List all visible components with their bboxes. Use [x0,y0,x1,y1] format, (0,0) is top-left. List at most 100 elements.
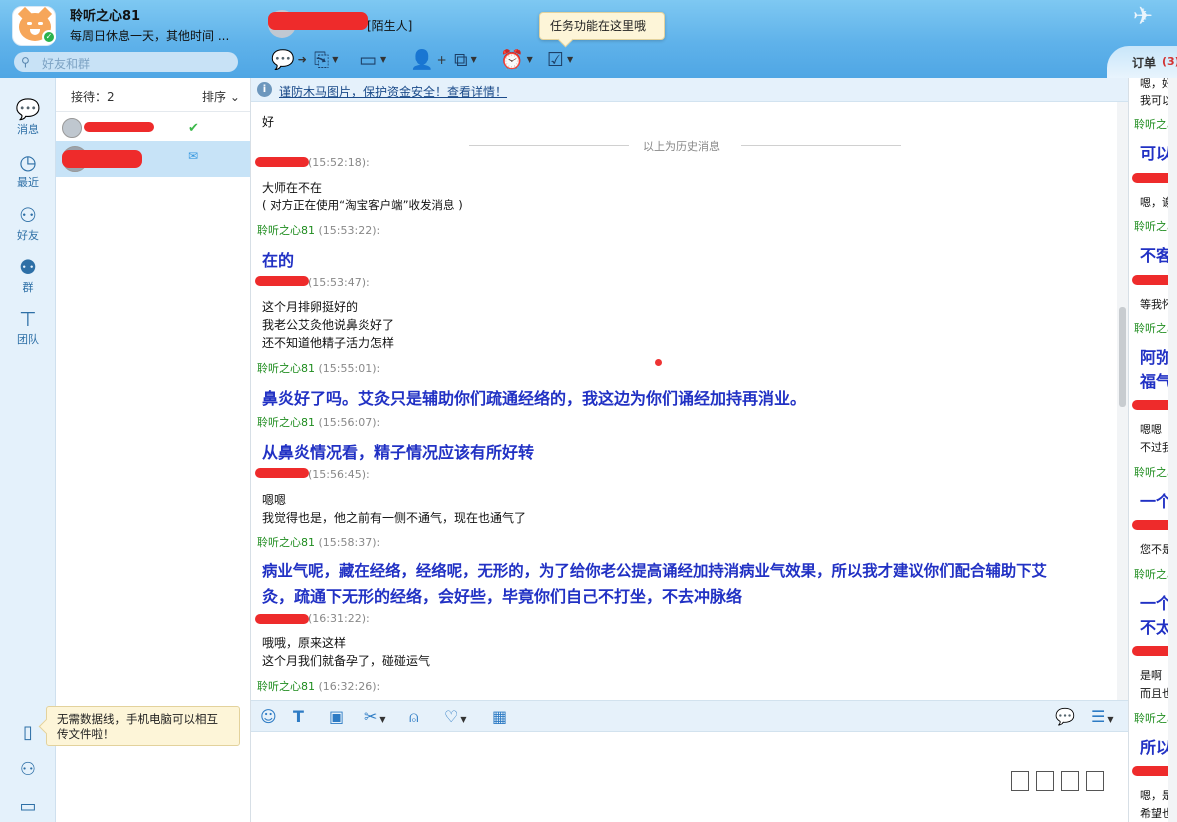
message-text: 好 [262,115,275,129]
user-settings-icon[interactable]: ⚇ [0,759,56,780]
contact-row[interactable]: ✔ [56,113,250,143]
favorite-icon[interactable]: ♡ ▼ [444,707,467,730]
nav-label: 最近 [17,176,39,189]
emoji-icon[interactable]: ☺ [260,707,277,727]
message-scrollbar[interactable] [1117,102,1128,700]
message-text: 这个月我们就备孕了，碰碰运气 [262,654,431,668]
quick-reply-icon[interactable]: 💬 [1055,707,1075,727]
message-text: 我觉得也是，他之前有一侧不通气，现在也通气了 [262,511,527,525]
transfer-tip: 无需数据线，手机电脑可以相互 传文件啦！ [46,706,240,746]
team-tree-icon: ⊤ [19,307,37,331]
message-text-me: 从鼻炎情况看，精子情况应该有所好转 [262,443,535,462]
sort-label: 排序 [202,90,227,104]
order-tab-label: 订单 [1132,56,1157,70]
missing-glyph-box [1086,771,1104,791]
redaction-mark [255,276,309,286]
user-name: 聆听之心81 [70,9,141,24]
message-text-me: 鼻炎好了吗。艾灸只是辅助你们疏通经络的，我这边为你们诵经加持再消业。 [262,389,807,408]
nav-label: 消息 [17,123,39,136]
image-icon[interactable]: ▣ [329,707,344,727]
message-text-me: 在的 [262,251,295,270]
chat-forward-icon[interactable]: 💬 ➜ [271,48,307,72]
system-menu-icon[interactable]: ▭ [0,796,56,817]
font-icon[interactable]: T [293,707,304,727]
message-text: 还不知道他精子活力怎样 [262,336,395,350]
contact-tag: [陌生人] [367,19,413,33]
avatar-eye [38,22,43,25]
more-icon[interactable]: ☰ ▼ [1091,707,1114,730]
message-text: 哦哦，原来这样 [262,636,347,650]
message-time: (15:55:01): [318,362,381,375]
redaction-mark [255,614,309,624]
nav-item-messages[interactable]: 💬 消息 [0,98,56,137]
nav-item-friends[interactable]: ⚇ 好友 [0,204,56,243]
separator-line [741,145,901,146]
message-meta-me: 聆听之心81 (15:58:37): [257,534,380,550]
tab-orders[interactable]: 订单 (3) [1107,46,1177,78]
remote-assist-icon[interactable]: ⧉ ▼ [454,48,477,72]
message-time: (15:52:18): [308,156,370,169]
client-status-note: ( 对方正在使用“淘宝客户端”收发消息 ) [262,198,463,212]
redaction-mark [84,122,154,132]
message-time: (15:53:22): [318,224,381,237]
search-input[interactable]: ⚲ 好友和群 [14,52,238,72]
top-header: ✓ 聆听之心81 每周日休息一天，其他时间 ... ⚲ 好友和群 [陌生人] 💬… [0,0,1177,78]
message-text: 嗯嗯 [262,493,287,507]
message-meta-me: 聆听之心81 (16:32:26): [257,678,380,694]
message-icon: 💬 [15,97,41,121]
history-separator: 以上为历史消息 [469,138,901,154]
shake-icon[interactable]: ⍝ [409,707,419,727]
paper-plane-icon: ✈ [1133,2,1154,30]
message-input[interactable] [251,732,1128,822]
message-sender: 聆听之心81 [257,680,315,693]
alarm-icon[interactable]: ⏰ ▼ [500,48,533,72]
reception-count: 接待：2 [71,90,115,104]
security-notice-link[interactable]: 谨防木马图片，保护资金安全！查看详情！ [279,83,507,100]
red-dot-marker [655,359,662,366]
person-icon: ⚇ [19,203,37,227]
scrollbar-thumb[interactable] [1119,307,1126,407]
message-time: (15:58:37): [318,536,381,549]
side-panel-scrollbar[interactable] [1168,78,1177,822]
nav-label: 好友 [17,229,39,242]
nav-item-groups[interactable]: ⚉ 群 [0,256,56,295]
user-signature[interactable]: 每周日休息一天，其他时间 ... [70,27,229,44]
message-time: (15:56:07): [318,416,381,429]
message-sender: 聆听之心81 [257,416,315,429]
avatar-eye [27,22,32,25]
nav-item-team[interactable]: ⊤ 团队 [0,308,56,347]
message-history[interactable]: 好 以上为历史消息 (15:52:18): 大师在不在 ( 对方正在使用“淘宝客… [251,102,1117,700]
message-text: 这个月排卵挺好的 [262,300,359,314]
message-text: 大师在不在 [262,181,323,195]
contact-list-header: 接待：2 排序 ⌄ [56,78,250,112]
nav-item-recent[interactable]: ◷ 最近 [0,151,56,190]
video-call-icon[interactable]: ▭ ▼ [359,48,386,72]
sort-button[interactable]: 排序 ⌄ [202,88,240,105]
history-separator-label: 以上为历史消息 [643,140,720,153]
transfer-tip-line: 传文件啦！ [57,727,115,741]
missing-glyph-box [1011,771,1029,791]
security-notice: i 谨防木马图片，保护资金安全！查看详情！ [251,78,1128,102]
message-text: 我老公艾灸他说鼻炎好了 [262,318,395,332]
task-icon[interactable]: ☑ ▼ [547,48,573,72]
table-icon[interactable]: ▦ [492,707,507,727]
redaction-mark [268,12,368,30]
message-text-me: 灸，疏通下无形的经络，会好些，毕竟你们自己不打坐，不去冲脉络 [262,587,743,606]
screenshot-icon[interactable]: ✂ ▼ [364,707,386,730]
transfer-tip-line: 无需数据线，手机电脑可以相互 [57,712,218,726]
redaction-mark [62,150,142,168]
message-meta-me: 聆听之心81 (15:56:07): [257,414,380,430]
contact-avatar [62,118,82,138]
message-meta-me: 聆听之心81 (15:55:01): [257,360,380,376]
message-time: (16:32:26): [318,680,381,693]
add-friend-icon[interactable]: 👤 + [410,48,447,72]
transfer-file-icon[interactable]: ⎘ ▼ [314,48,338,72]
redaction-mark [255,157,309,167]
group-icon: ⚉ [19,255,37,279]
side-text: 嗯嗯 [1140,423,1162,436]
contact-row-selected[interactable]: ✉ [56,141,250,177]
mobile-message-icon: ✉ [188,149,199,163]
separator-line [469,145,629,146]
input-toolbar: ☺ T ▣ ✂ ▼ ⍝ ♡ ▼ ▦ 💬 ☰ ▼ [251,700,1128,732]
clock-icon: ◷ [19,150,37,174]
